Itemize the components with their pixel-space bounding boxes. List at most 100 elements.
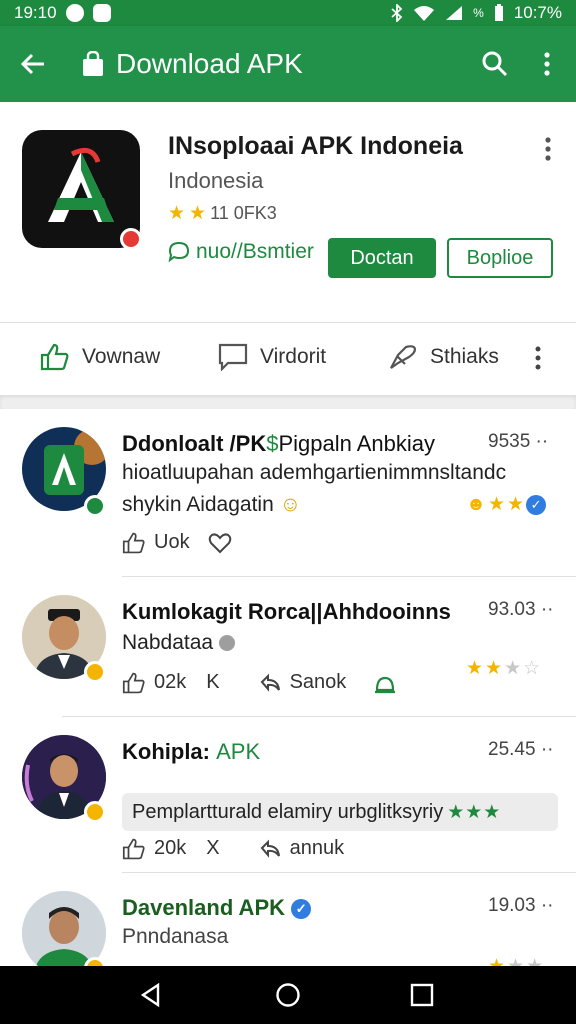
- star-icon: ★: [507, 494, 525, 515]
- outline-button[interactable]: Boplioe: [447, 238, 553, 278]
- star-icon: ★: [465, 801, 483, 823]
- post-text-content: Nabdataa: [122, 631, 214, 654]
- like-count: Uok: [154, 531, 190, 553]
- star-half-icon: ★: [189, 203, 207, 224]
- system-nav-bar: [0, 966, 576, 1024]
- post-stars: ☻ ★ ★ ✓: [466, 493, 547, 516]
- status-dot: [84, 661, 106, 683]
- star-empty-icon: ★: [504, 658, 522, 679]
- status-time-right: 10:7%: [513, 3, 562, 22]
- rating-count: 11 0FK3: [210, 203, 277, 223]
- post-time-text: 19.03: [488, 895, 536, 916]
- thumbs-up-icon: [40, 343, 69, 371]
- app-more-icon[interactable]: [540, 136, 556, 162]
- nav-home-icon[interactable]: [275, 982, 301, 1008]
- battery-icon: [494, 4, 503, 21]
- post-title: Davenland APK ✓: [122, 895, 312, 921]
- list-item[interactable]: Davenland APK ✓ 19.03 ·· Pnndanasa ★ ★ ★: [0, 873, 576, 966]
- primary-button[interactable]: Doctan: [328, 238, 436, 278]
- app-name: INsoploaai APK Indoneia: [168, 132, 463, 160]
- list-item[interactable]: Kumlokagit Rorca||Ahhdooinns 93.03 ·· Na…: [0, 577, 576, 717]
- thumbs-up-icon[interactable]: [122, 838, 146, 860]
- action-bar: Vownaw Virdorit Sthiaks: [0, 323, 576, 395]
- post-stars: ★ ★ ★ ☆: [466, 657, 540, 680]
- back-button[interactable]: [18, 49, 48, 79]
- star-icon: ★: [466, 658, 484, 679]
- app-notification-icon: [92, 4, 111, 22]
- like-count: 02k: [154, 671, 187, 693]
- star-empty-icon: ★: [507, 955, 524, 966]
- status-dot: [84, 957, 106, 966]
- post-time-text: 9535: [488, 431, 531, 452]
- post-title-text: Ddonloalt /PK: [122, 431, 267, 456]
- post-text: Pnndanasa: [122, 925, 229, 948]
- comment-label: Virdorit: [260, 345, 327, 368]
- app-subtitle: Indonesia: [168, 168, 264, 193]
- thumbs-up-icon[interactable]: [122, 672, 146, 694]
- app-bar-title: Download APK: [116, 48, 303, 79]
- thumbs-up-icon[interactable]: [122, 532, 146, 554]
- notification-icon: [65, 4, 84, 22]
- post-text: Nabdataa: [122, 631, 235, 655]
- like-action[interactable]: Vownaw: [40, 343, 160, 371]
- post-stats: Uok: [122, 531, 232, 554]
- share-label: Sthiaks: [430, 345, 499, 368]
- chat-bubble-icon: [168, 241, 190, 263]
- verified-icon: ✓: [526, 494, 547, 515]
- star-icon: ★: [485, 658, 503, 679]
- like-unit: K: [206, 671, 220, 693]
- avatar: [22, 891, 106, 966]
- post-time: 93.03 ··: [488, 599, 554, 620]
- section-separator: [0, 395, 576, 409]
- post-title: Kumlokagit Rorca||Ahhdooinns: [122, 599, 451, 624]
- post-stats: 02k K Sanok: [122, 671, 396, 694]
- verified-dot: [84, 495, 106, 517]
- reshare-icon[interactable]: [258, 672, 282, 694]
- app-card: INsoploaai APK Indoneia Indonesia ★ ★ 11…: [0, 102, 576, 322]
- post-time-text: 93.03: [488, 599, 536, 620]
- battery-percent-label: %: [473, 6, 484, 20]
- reshare-icon[interactable]: [258, 838, 282, 860]
- post-time-text: 25.45: [488, 739, 536, 760]
- post-quote-text: Pemplartturald elamiry urbglitksyriy: [132, 800, 444, 823]
- post-title-accent: APK: [216, 739, 261, 764]
- android-icon: [375, 676, 396, 693]
- nav-recents-icon[interactable]: [409, 982, 435, 1008]
- post-stars: ★ ★ ★: [488, 955, 543, 966]
- list-item[interactable]: Kohipla: APK 25.45 ·· Pemplartturald ela…: [0, 717, 576, 873]
- review-feed: Ddonloalt /PK$Pigpaln Anbkiay 9535 ·· hi…: [0, 409, 576, 966]
- status-dot: [84, 801, 106, 823]
- overflow-menu-button[interactable]: [532, 49, 562, 79]
- post-text: hioatluupahan ademhgartienimmnsltandc: [122, 461, 507, 484]
- heart-icon[interactable]: [208, 532, 232, 554]
- star-icon: ★: [488, 494, 506, 515]
- post-text-2-content: shykin Aidagatin: [122, 493, 274, 516]
- more-vert-icon: [544, 52, 550, 76]
- share-icon: [390, 345, 417, 369]
- post-time: 25.45 ··: [488, 739, 554, 760]
- status-time-left: 19:10: [14, 3, 57, 22]
- app-action-link[interactable]: nuo//Bsmtier: [168, 240, 314, 264]
- post-text-2: shykin Aidagatin ☺: [122, 493, 301, 517]
- status-badge: [120, 228, 142, 250]
- post-title-text: Davenland APK: [122, 895, 286, 920]
- arrow-left-icon: [20, 53, 44, 75]
- share-action[interactable]: Sthiaks: [388, 343, 499, 371]
- reshare-label: annuk: [289, 837, 345, 859]
- comment-action[interactable]: Virdorit: [218, 343, 326, 371]
- search-button[interactable]: [480, 49, 510, 79]
- like-label: Vownaw: [82, 345, 161, 368]
- star-icon: ★: [483, 801, 501, 823]
- post-time: 9535 ··: [488, 431, 549, 452]
- reshare-label: Sanok: [289, 671, 347, 693]
- more-vert-icon[interactable]: [533, 345, 543, 371]
- post-title-rest: Pigpaln Anbkiay: [278, 431, 436, 456]
- post-title-accent: $: [266, 431, 279, 456]
- nav-back-icon[interactable]: [138, 982, 164, 1008]
- star-empty-icon: ★: [526, 955, 543, 966]
- comment-icon: [218, 343, 248, 371]
- list-item[interactable]: Ddonloalt /PK$Pigpaln Anbkiay 9535 ·· hi…: [0, 409, 576, 577]
- post-stars: ★ ★ ★: [447, 801, 500, 824]
- app-rating: ★ ★ 11 0FK3: [168, 202, 277, 225]
- post-quote: Pemplartturald elamiry urbglitksyriy ★ ★…: [122, 793, 558, 831]
